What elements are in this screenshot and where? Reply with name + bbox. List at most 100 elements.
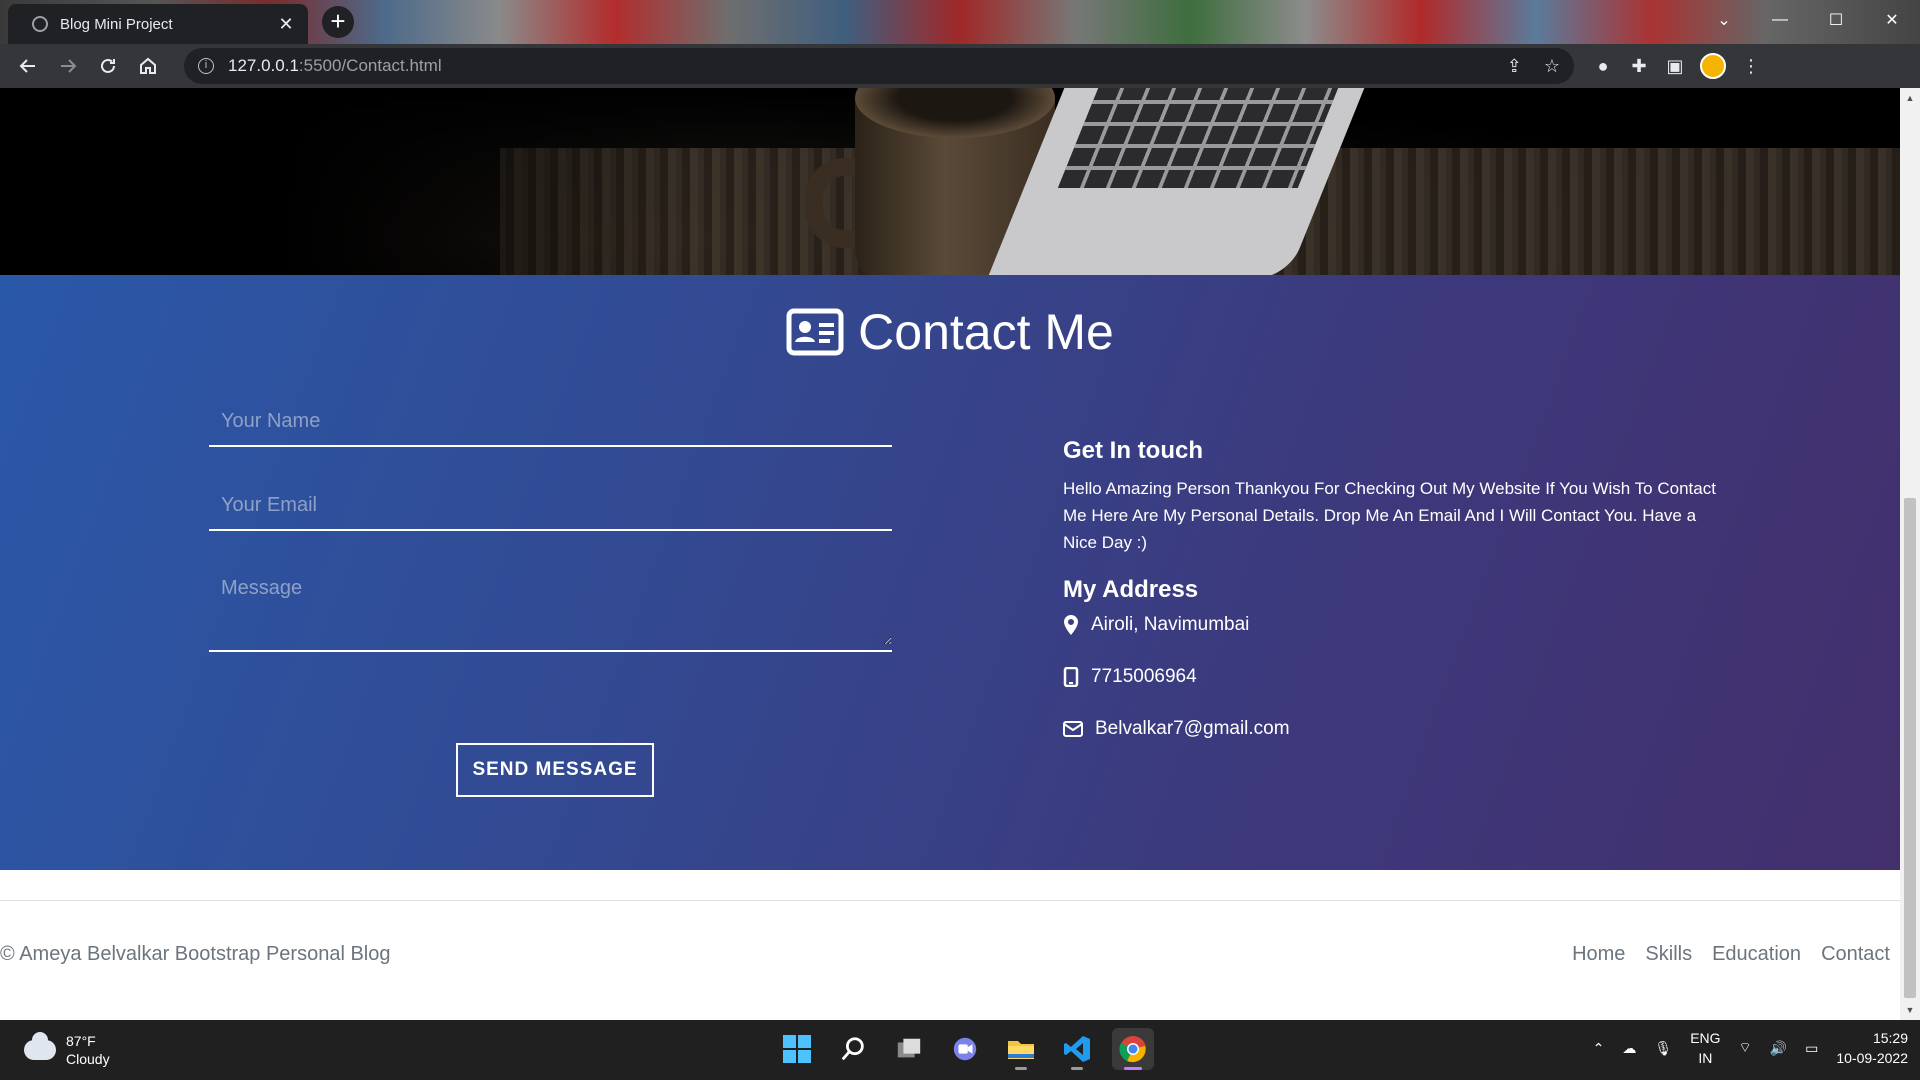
- teams-chat-button[interactable]: [944, 1028, 986, 1070]
- system-tray: ⌃ ☁ 🎙 ENG IN ⌔ 🔊 ▭ 15:29 10-09-2022: [1593, 1028, 1908, 1068]
- weather-widget[interactable]: 87°F Cloudy: [24, 1032, 110, 1068]
- browser-toolbar: i 127.0.0.1 :5500/Contact.html ⇪ ☆ ● ✚ ▣…: [0, 44, 1920, 88]
- email-text[interactable]: Belvalkar7@gmail.com: [1095, 718, 1290, 740]
- forward-button[interactable]: [48, 46, 88, 86]
- message-textarea[interactable]: [209, 561, 892, 645]
- clock-time: 15:29: [1872, 1030, 1908, 1046]
- close-tab-icon[interactable]: ✕: [276, 14, 296, 35]
- page-scrollbar[interactable]: ▲ ▼: [1900, 88, 1920, 1020]
- email-input[interactable]: [209, 477, 892, 529]
- hero-image: [0, 88, 1900, 275]
- chat-icon: [953, 1037, 977, 1061]
- contact-card-icon: [786, 308, 844, 356]
- contact-title-text: Contact Me: [858, 304, 1114, 360]
- vscode-button[interactable]: [1056, 1028, 1098, 1070]
- get-in-touch-heading: Get In touch: [1063, 437, 1203, 464]
- wifi-icon[interactable]: ⌔: [1739, 1039, 1752, 1057]
- name-input[interactable]: [209, 393, 892, 445]
- task-view-icon: [897, 1038, 921, 1058]
- chevron-up-icon[interactable]: ⌃: [1593, 1040, 1605, 1057]
- weather-temp: 87°F: [66, 1033, 96, 1049]
- windows-logo-icon: [783, 1035, 811, 1063]
- mobile-phone-icon: [1063, 667, 1079, 687]
- puzzle-icon[interactable]: ✚: [1628, 55, 1650, 77]
- side-panel-icon[interactable]: ▣: [1664, 55, 1686, 77]
- reload-button[interactable]: [88, 46, 128, 86]
- new-tab-button[interactable]: +: [322, 6, 354, 38]
- window-controls: ⌄ — ☐ ✕: [1696, 0, 1920, 40]
- tab-search-icon[interactable]: ⌄: [1696, 0, 1752, 40]
- extension-icon[interactable]: ●: [1592, 55, 1614, 77]
- reload-icon: [101, 58, 115, 73]
- search-button[interactable]: [832, 1028, 874, 1070]
- scroll-up-icon[interactable]: ▲: [1900, 90, 1920, 106]
- clock-date: 10-09-2022: [1836, 1050, 1908, 1066]
- envelope-icon: [1063, 721, 1083, 737]
- profile-avatar[interactable]: [1700, 53, 1726, 79]
- minimize-button[interactable]: —: [1752, 0, 1808, 40]
- message-field-wrapper: [209, 561, 892, 652]
- share-icon[interactable]: ⇪: [1507, 56, 1522, 77]
- footer-link-contact[interactable]: Contact: [1821, 943, 1890, 966]
- weather-condition: Cloudy: [66, 1051, 110, 1067]
- browser-tab[interactable]: Blog Mini Project ✕: [8, 4, 308, 44]
- back-button[interactable]: [8, 46, 48, 86]
- send-message-button[interactable]: SEND MESSAGE: [456, 743, 654, 797]
- location-row: Airoli, Navimumbai: [1063, 614, 1723, 636]
- contact-section: Contact Me SEND MESSAGE Get In touch Hel…: [0, 275, 1900, 870]
- contact-title: Contact Me: [0, 303, 1900, 361]
- start-button[interactable]: [776, 1028, 818, 1070]
- folder-icon: [1008, 1041, 1034, 1059]
- page-footer: © Ameya Belvalkar Bootstrap Personal Blo…: [0, 934, 1900, 974]
- taskbar-apps: [776, 1028, 1154, 1070]
- url-host: 127.0.0.1: [228, 56, 299, 75]
- footer-divider: [0, 900, 1900, 901]
- cloud-icon: [24, 1032, 56, 1060]
- onedrive-icon[interactable]: ☁: [1622, 1040, 1636, 1057]
- volume-icon[interactable]: 🔊: [1770, 1040, 1787, 1057]
- email-row: Belvalkar7@gmail.com: [1063, 718, 1723, 740]
- tab-title: Blog Mini Project: [60, 15, 173, 33]
- get-in-touch-text: Hello Amazing Person Thankyou For Checki…: [1063, 479, 1716, 552]
- browser-titlebar: Blog Mini Project ✕ + ⌄ — ☐ ✕: [0, 0, 1920, 44]
- name-field-wrapper: [209, 393, 892, 447]
- contact-form: SEND MESSAGE: [209, 393, 892, 797]
- close-window-button[interactable]: ✕: [1864, 0, 1920, 40]
- language-code: ENG: [1690, 1030, 1721, 1046]
- maximize-button[interactable]: ☐: [1808, 0, 1864, 40]
- footer-nav: Home Skills Education Contact: [1572, 943, 1890, 966]
- arrow-left-icon: [19, 59, 35, 73]
- os-taskbar: 87°F Cloudy ⌃ ☁ 🎙 ENG IN ⌔ 🔊 ▭ 15:29 10-…: [0, 1020, 1920, 1080]
- bookmark-star-icon[interactable]: ☆: [1544, 56, 1560, 77]
- footer-link-education[interactable]: Education: [1712, 943, 1801, 966]
- chrome-icon: [1119, 1036, 1146, 1063]
- battery-icon[interactable]: ▭: [1805, 1040, 1818, 1057]
- copyright-text: © Ameya Belvalkar Bootstrap Personal Blo…: [0, 942, 391, 965]
- file-explorer-button[interactable]: [1000, 1028, 1042, 1070]
- menu-kebab-icon[interactable]: ⋮: [1740, 55, 1762, 77]
- map-pin-icon: [1064, 615, 1078, 635]
- region-code: IN: [1698, 1050, 1713, 1066]
- scrollbar-thumb[interactable]: [1904, 498, 1916, 998]
- location-text: Airoli, Navimumbai: [1091, 614, 1250, 635]
- address-bar[interactable]: i 127.0.0.1 :5500/Contact.html ⇪ ☆: [184, 48, 1574, 84]
- vscode-icon: [1064, 1036, 1090, 1062]
- url-path: :5500/Contact.html: [298, 56, 442, 75]
- contact-info: Get In touch Hello Amazing Person Thanky…: [1063, 437, 1723, 770]
- footer-link-home[interactable]: Home: [1572, 943, 1625, 966]
- phone-text: 7715006964: [1091, 666, 1197, 687]
- search-icon: [841, 1037, 864, 1061]
- chrome-button[interactable]: [1112, 1028, 1154, 1070]
- microphone-icon[interactable]: 🎙: [1654, 1040, 1672, 1057]
- home-button[interactable]: [128, 46, 168, 86]
- globe-icon: [32, 16, 48, 32]
- task-view-button[interactable]: [888, 1028, 930, 1070]
- footer-link-skills[interactable]: Skills: [1645, 943, 1692, 966]
- address-heading: My Address: [1063, 576, 1199, 603]
- page-viewport: Contact Me SEND MESSAGE Get In touch Hel…: [0, 88, 1900, 1020]
- site-info-icon[interactable]: i: [198, 58, 214, 74]
- clock[interactable]: 15:29 10-09-2022: [1836, 1028, 1908, 1068]
- scroll-down-icon[interactable]: ▼: [1900, 1002, 1920, 1018]
- email-field-wrapper: [209, 477, 892, 531]
- language-indicator[interactable]: ENG IN: [1690, 1028, 1720, 1068]
